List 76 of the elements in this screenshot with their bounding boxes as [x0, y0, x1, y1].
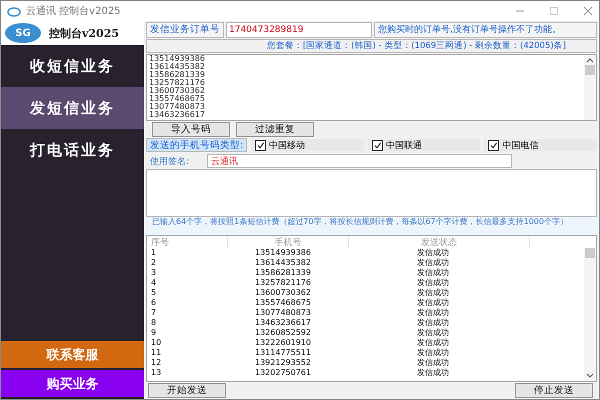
- table-cell-text: 发信成功: [416, 258, 450, 268]
- message-textarea[interactable]: [146, 169, 597, 218]
- table-cell-text: 发信成功: [416, 358, 450, 368]
- signature-label: 使用签名:: [149, 156, 190, 168]
- checkbox-label: 中国移动: [269, 140, 306, 152]
- character-count-info: 已输入64个字，将按照1条短信计费（超过70字，将按长信规则计费，每条以67个字计费，长信最多支持1000个字）: [146, 217, 597, 235]
- table-cell-text: 11: [150, 348, 162, 358]
- table-cell-text: 4: [150, 278, 158, 288]
- column-header: 序号: [147, 236, 228, 248]
- table-cell-text: 13921293552: [254, 358, 312, 368]
- table-cell-text: 13222601910: [254, 338, 312, 348]
- order-hint: 您购买时的订单号,没有订单号操作不了功能。: [374, 22, 597, 38]
- table-cell-text: 13514939386: [254, 248, 312, 258]
- table-cell-text: 发信成功: [416, 328, 450, 338]
- order-label: 发信业务订单号: [146, 22, 224, 38]
- logo-badge: SG: [5, 23, 41, 43]
- scroll-up-icon[interactable]: [585, 57, 595, 64]
- scrollbar-thumb[interactable]: [585, 248, 595, 258]
- number-tool-button[interactable]: 导入号码: [152, 122, 230, 138]
- table-cell-text: 发信成功: [416, 348, 450, 358]
- table-cell-text: 6: [150, 298, 158, 308]
- table-cell-text: 3: [150, 268, 158, 278]
- table-cell-text: 13600730362: [254, 288, 312, 298]
- table-cell-text: 7: [150, 308, 158, 318]
- table-cell-text: 发信成功: [416, 248, 450, 258]
- order-input[interactable]: 1740473289819: [226, 22, 372, 38]
- table-cell-text: 8: [150, 318, 158, 328]
- table-cell-text: 发信成功: [416, 368, 450, 378]
- checkbox[interactable]: [488, 140, 500, 151]
- table-cell-text: 13202750761: [254, 368, 312, 378]
- sidebar-item[interactable]: 打电话业务: [1, 129, 144, 171]
- column-header: 发送状态: [349, 236, 530, 248]
- table-cell-text: 发信成功: [416, 278, 450, 288]
- console-title: 控制台v2025: [49, 26, 120, 40]
- carrier-label: 发送的手机号码类型:: [146, 138, 248, 152]
- numbers-textarea[interactable]: 13514939386 13614435382 13586281339 13257821176 13600730362 13557468675 13077480873 13463236617: [146, 54, 597, 122]
- table-cell-text: 9: [150, 328, 158, 338]
- package-info: 您套餐：[国家通道：(韩国) - 类型：(1069三网通) - 剩余数量：(42005)条]: [146, 38, 597, 54]
- table-cell-text: 13463236617: [254, 318, 312, 328]
- send-control-button[interactable]: 停止发送: [515, 383, 593, 398]
- number-tool-button[interactable]: 过滤重复: [236, 122, 314, 138]
- sidebar-action[interactable]: 联系客服: [1, 341, 144, 368]
- scrollbar-thumb[interactable]: [585, 65, 595, 76]
- sidebar-item[interactable]: 收短信业务: [1, 45, 144, 87]
- sidebar-action[interactable]: 购买业务: [1, 370, 144, 397]
- send-control-button[interactable]: 开始发送: [148, 383, 226, 398]
- sidebar-item[interactable]: 发短信业务: [1, 87, 144, 129]
- close-icon[interactable]: [583, 6, 593, 16]
- table-cell-text: 1: [150, 248, 158, 258]
- table-cell-text: 发信成功: [416, 338, 450, 348]
- checkbox[interactable]: [255, 140, 266, 151]
- checkbox-label: 中国电信: [502, 140, 538, 152]
- table-cell-text: 13614435382: [254, 258, 312, 268]
- table-cell-text: 13586281339: [254, 268, 312, 278]
- maximize-icon[interactable]: [549, 6, 559, 16]
- table-cell-text: 发信成功: [416, 268, 450, 278]
- table-cell-text: 13257821176: [254, 278, 312, 288]
- table-cell-text: 13260852592: [254, 328, 312, 338]
- scroll-down-icon[interactable]: [585, 373, 595, 379]
- table-cell-text: 2: [150, 258, 158, 268]
- checkbox-label: 中国联通: [386, 140, 422, 152]
- table-cell-text: 发信成功: [416, 288, 450, 298]
- table-cell-text: 发信成功: [416, 318, 450, 328]
- table-cell-text: 13557468675: [254, 298, 312, 308]
- table-cell-text: 发信成功: [416, 308, 450, 318]
- signature-input[interactable]: 云通讯: [207, 154, 512, 168]
- window-title: 云通讯 控制台v2025: [26, 4, 121, 18]
- table-cell-text: 13114775511: [254, 348, 312, 358]
- checkbox[interactable]: [372, 140, 383, 151]
- column-header: 手机号: [228, 236, 349, 248]
- table-cell-text: 5: [150, 288, 158, 298]
- table-cell-text: 13: [150, 368, 162, 378]
- table-cell-text: 13077480873: [254, 308, 312, 318]
- table-cell-text: 10: [150, 338, 162, 348]
- table-cell-text: 12: [150, 358, 162, 368]
- table-cell-text: 发信成功: [416, 298, 450, 308]
